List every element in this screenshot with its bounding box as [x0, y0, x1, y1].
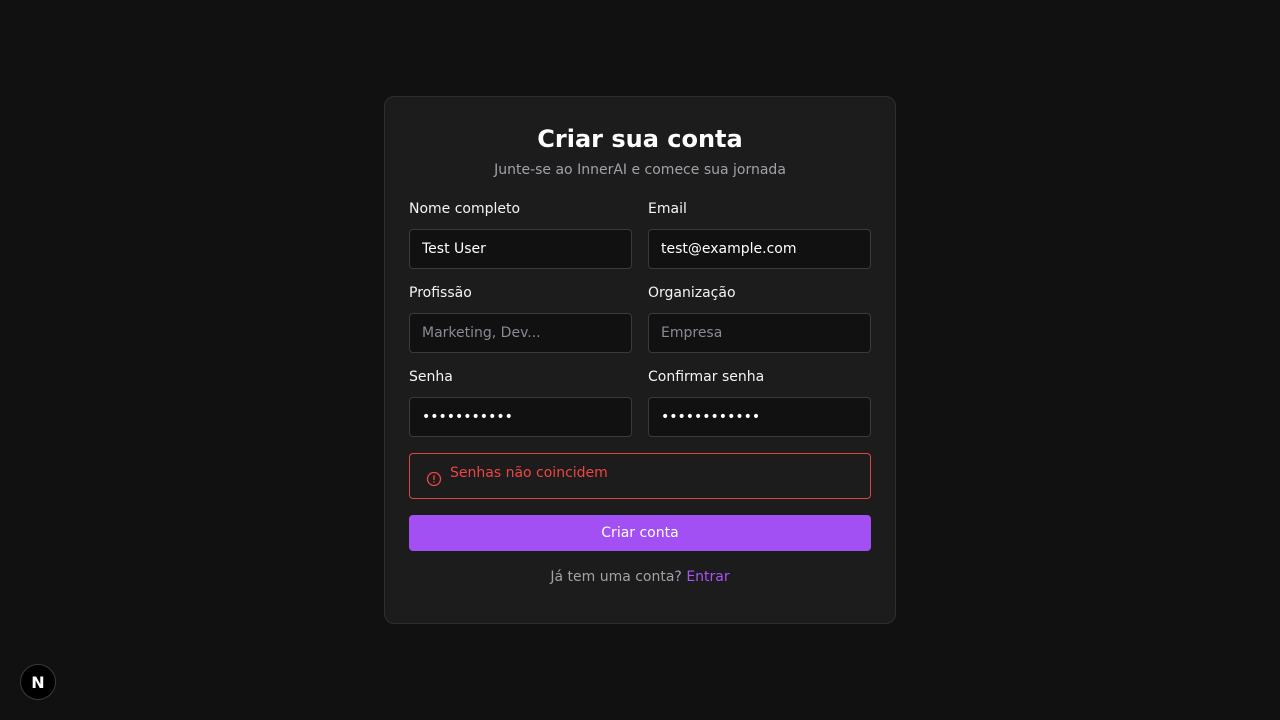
create-account-button[interactable]: Criar conta — [409, 515, 871, 551]
name-field-group: Nome completo — [409, 201, 632, 269]
password-input[interactable] — [409, 397, 632, 437]
confirm-password-input[interactable] — [648, 397, 871, 437]
alert-circle-icon — [426, 471, 442, 487]
profession-field-group: Profissão — [409, 285, 632, 353]
email-field-group: Email — [648, 201, 871, 269]
error-alert: Senhas não coincidem — [409, 453, 871, 499]
organization-label: Organização — [648, 285, 736, 301]
email-label: Email — [648, 201, 687, 217]
page-subtitle: Junte-se ao InnerAI e comece sua jornada — [494, 162, 786, 178]
profession-input[interactable] — [409, 313, 632, 353]
profession-label: Profissão — [409, 285, 472, 301]
page-title: Criar sua conta — [537, 125, 743, 153]
nextjs-badge-letter: N — [31, 672, 45, 692]
password-field-group: Senha — [409, 369, 632, 437]
confirm-password-label: Confirmar senha — [648, 369, 765, 385]
form-grid: Nome completo Email Profissão Organizaçã… — [409, 201, 871, 437]
confirm-password-field-group: Confirmar senha — [648, 369, 871, 437]
signup-card: Criar sua conta Junte-se ao InnerAI e co… — [384, 96, 896, 624]
organization-field-group: Organização — [648, 285, 871, 353]
login-link[interactable]: Entrar — [686, 569, 729, 585]
login-prompt-text: Já tem uma conta? — [550, 569, 682, 585]
organization-input[interactable] — [648, 313, 871, 353]
error-message: Senhas não coincidem — [450, 465, 608, 481]
password-label: Senha — [409, 369, 453, 385]
login-prompt: Já tem uma conta? Entrar — [409, 569, 871, 585]
email-input[interactable] — [648, 229, 871, 269]
name-input[interactable] — [409, 229, 632, 269]
nextjs-logo-icon[interactable]: N — [20, 664, 56, 700]
name-label: Nome completo — [409, 201, 521, 217]
